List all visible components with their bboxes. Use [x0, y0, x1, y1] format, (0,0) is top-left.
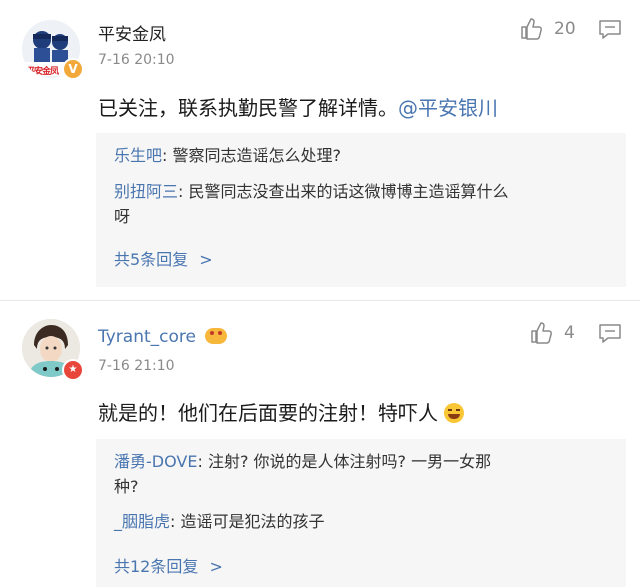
chevron-right-icon: >	[209, 557, 223, 576]
like-count: 4	[564, 323, 575, 343]
reply-button[interactable]	[598, 323, 622, 349]
reply-item: 潘勇-DOVE: 注射? 你说的是人体注射吗? 一男一女那 种?	[114, 449, 608, 499]
comment-text: 就是的！他们在后面要的注射！特吓人	[98, 397, 465, 426]
verified-badge-icon: V	[62, 58, 84, 80]
reply-author[interactable]: 乐生吧	[114, 146, 162, 165]
reply-item: 别扭阿三: 民警同志没查出来的话这微博博主造谣算什么 呀	[114, 179, 608, 229]
reply-item: _胭脂虎: 造谣可是犯法的孩子	[114, 509, 608, 534]
laughing-emoji-icon	[444, 403, 465, 423]
reply-colon: :	[162, 146, 173, 165]
like-count: 20	[554, 19, 576, 39]
reply-text: 警察同志造谣怎么处理?	[172, 146, 342, 165]
reply-box: 潘勇-DOVE: 注射? 你说的是人体注射吗? 一男一女那 种? _胭脂虎: 造…	[96, 439, 626, 587]
reply-button[interactable]	[598, 19, 622, 45]
reply-item: 乐生吧: 警察同志造谣怎么处理?	[114, 143, 608, 168]
comment-text-body: 已关注，联系执勤民警了解详情。	[98, 96, 398, 120]
reply-bubble-icon	[599, 324, 621, 343]
like-button[interactable]: 20	[520, 17, 576, 41]
comment-text-body: 就是的！他们在后面要的注射！特吓人	[98, 401, 438, 425]
reply-author[interactable]: 别扭阿三	[114, 182, 178, 201]
comment-2: ★ Tyrant_core 7-16 21:10 4 就是的！他们在后面要的注射…	[0, 301, 640, 587]
reply-author[interactable]: 潘勇-DOVE	[114, 452, 197, 471]
comment-time: 7-16 20:10	[98, 52, 175, 68]
comment-author[interactable]: Tyrant_core	[98, 327, 228, 347]
reply-bubble-icon	[599, 20, 621, 39]
reply-text-continued: 种?	[114, 477, 139, 496]
more-replies-label: 共5条回复	[114, 250, 189, 269]
like-button[interactable]: 4	[530, 321, 575, 345]
thumbs-up-icon	[531, 322, 552, 344]
reply-colon: :	[170, 512, 181, 531]
reply-box: 乐生吧: 警察同志造谣怎么处理? 别扭阿三: 民警同志没查出来的话这微博博主造谣…	[96, 133, 626, 287]
thumbs-up-icon	[521, 18, 542, 40]
reply-text-continued: 呀	[114, 207, 131, 226]
author-name: Tyrant_core	[98, 327, 196, 347]
reply-text: 造谣可是犯法的孩子	[180, 512, 325, 531]
reply-author[interactable]: _胭脂虎	[114, 512, 170, 531]
comment-1: 平安金凤 V 平安金凤 7-16 20:10 20 已关注，联系执勤民警了解详情…	[0, 0, 640, 300]
comment-author[interactable]: 平安金凤	[98, 20, 166, 45]
reply-text: 民警同志没查出来的话这微博博主造谣算什么	[188, 182, 509, 201]
reply-colon: :	[197, 452, 208, 471]
reply-text: 注射? 你说的是人体注射吗? 一男一女那	[207, 452, 492, 471]
reply-colon: :	[178, 182, 189, 201]
vip-crown-icon	[205, 328, 228, 344]
user-badge-icon: ★	[62, 359, 84, 381]
comment-time: 7-16 21:10	[98, 358, 175, 374]
mention-link[interactable]: @平安银川	[398, 96, 498, 120]
more-replies-link[interactable]: 共5条回复 >	[114, 246, 213, 270]
more-replies-label: 共12条回复	[114, 557, 199, 576]
comment-text: 已关注，联系执勤民警了解详情。@平安银川	[98, 92, 498, 121]
more-replies-link[interactable]: 共12条回复 >	[114, 553, 223, 577]
chevron-right-icon: >	[199, 250, 213, 269]
